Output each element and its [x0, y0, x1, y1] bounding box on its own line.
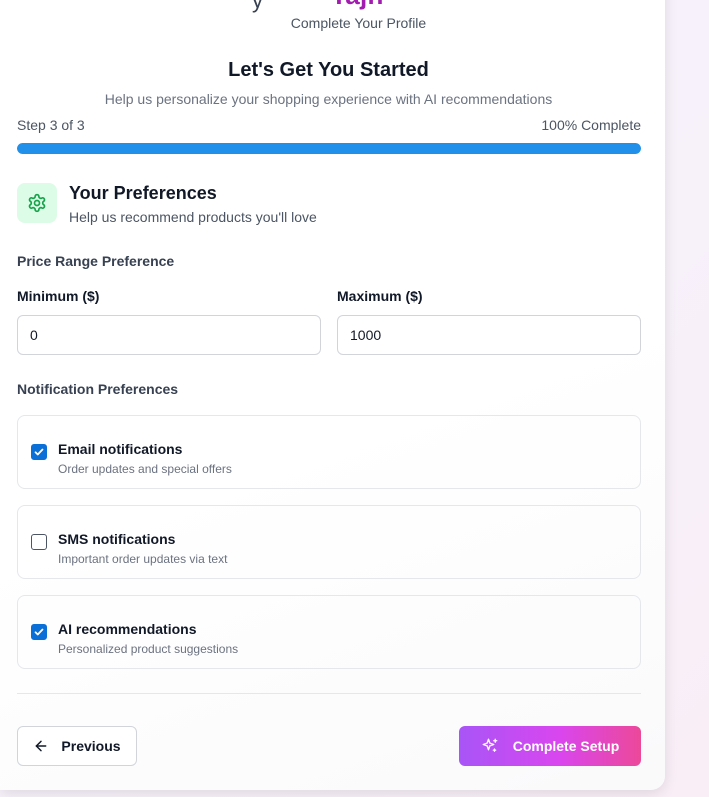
progress-bar [17, 143, 641, 154]
option-title: SMS notifications [58, 531, 176, 547]
brand-prefix: y [252, 0, 263, 13]
step-indicator: Step 3 of 3 100% Complete [17, 117, 641, 133]
previous-label: Previous [61, 738, 121, 754]
complete-setup-button[interactable]: Complete Setup [459, 726, 641, 766]
sms-notifications-option[interactable]: SMS notifications Important order update… [17, 505, 641, 579]
footer-divider [17, 693, 641, 694]
page-subtitle: Complete Your Profile [290, 15, 427, 31]
notification-preferences-label: Notification Preferences [17, 381, 179, 397]
complete-setup-label: Complete Setup [512, 738, 620, 754]
previous-button[interactable]: Previous [17, 726, 137, 766]
email-notifications-checkbox[interactable] [31, 444, 47, 460]
option-title: Email notifications [58, 441, 183, 457]
page-description: Help us personalize your shopping experi… [104, 91, 553, 107]
price-range-label: Price Range Preference [17, 253, 175, 269]
section-title: Your Preferences [69, 183, 217, 203]
sms-notifications-checkbox[interactable] [31, 534, 47, 550]
email-notifications-option[interactable]: Email notifications Order updates and sp… [17, 415, 641, 489]
progress-fill [17, 143, 641, 154]
arrow-left-icon [33, 738, 49, 754]
ai-recommendations-option[interactable]: AI recommendations Personalized product … [17, 595, 641, 669]
brand-name: Tajh [331, 0, 384, 11]
option-description: Order updates and special offers [58, 462, 232, 476]
option-title: AI recommendations [58, 621, 197, 637]
section-description: Help us recommend products you'll love [69, 209, 317, 225]
minimum-price-input[interactable] [17, 315, 321, 355]
maximum-price-input[interactable] [337, 315, 641, 355]
gear-icon [17, 183, 57, 223]
preferences-section-header: Your Preferences Help us recommend produ… [17, 183, 641, 225]
ai-recommendations-checkbox[interactable] [31, 624, 47, 640]
maximum-price-label: Maximum ($) [337, 288, 423, 304]
progress-percent: 100% Complete [541, 117, 641, 133]
option-description: Personalized product suggestions [58, 642, 239, 656]
option-description: Important order updates via text [58, 552, 228, 566]
minimum-price-label: Minimum ($) [17, 288, 100, 304]
page-title: Let's Get You Started [228, 59, 429, 81]
sparkles-icon [481, 737, 499, 755]
step-label: Step 3 of 3 [17, 117, 85, 133]
